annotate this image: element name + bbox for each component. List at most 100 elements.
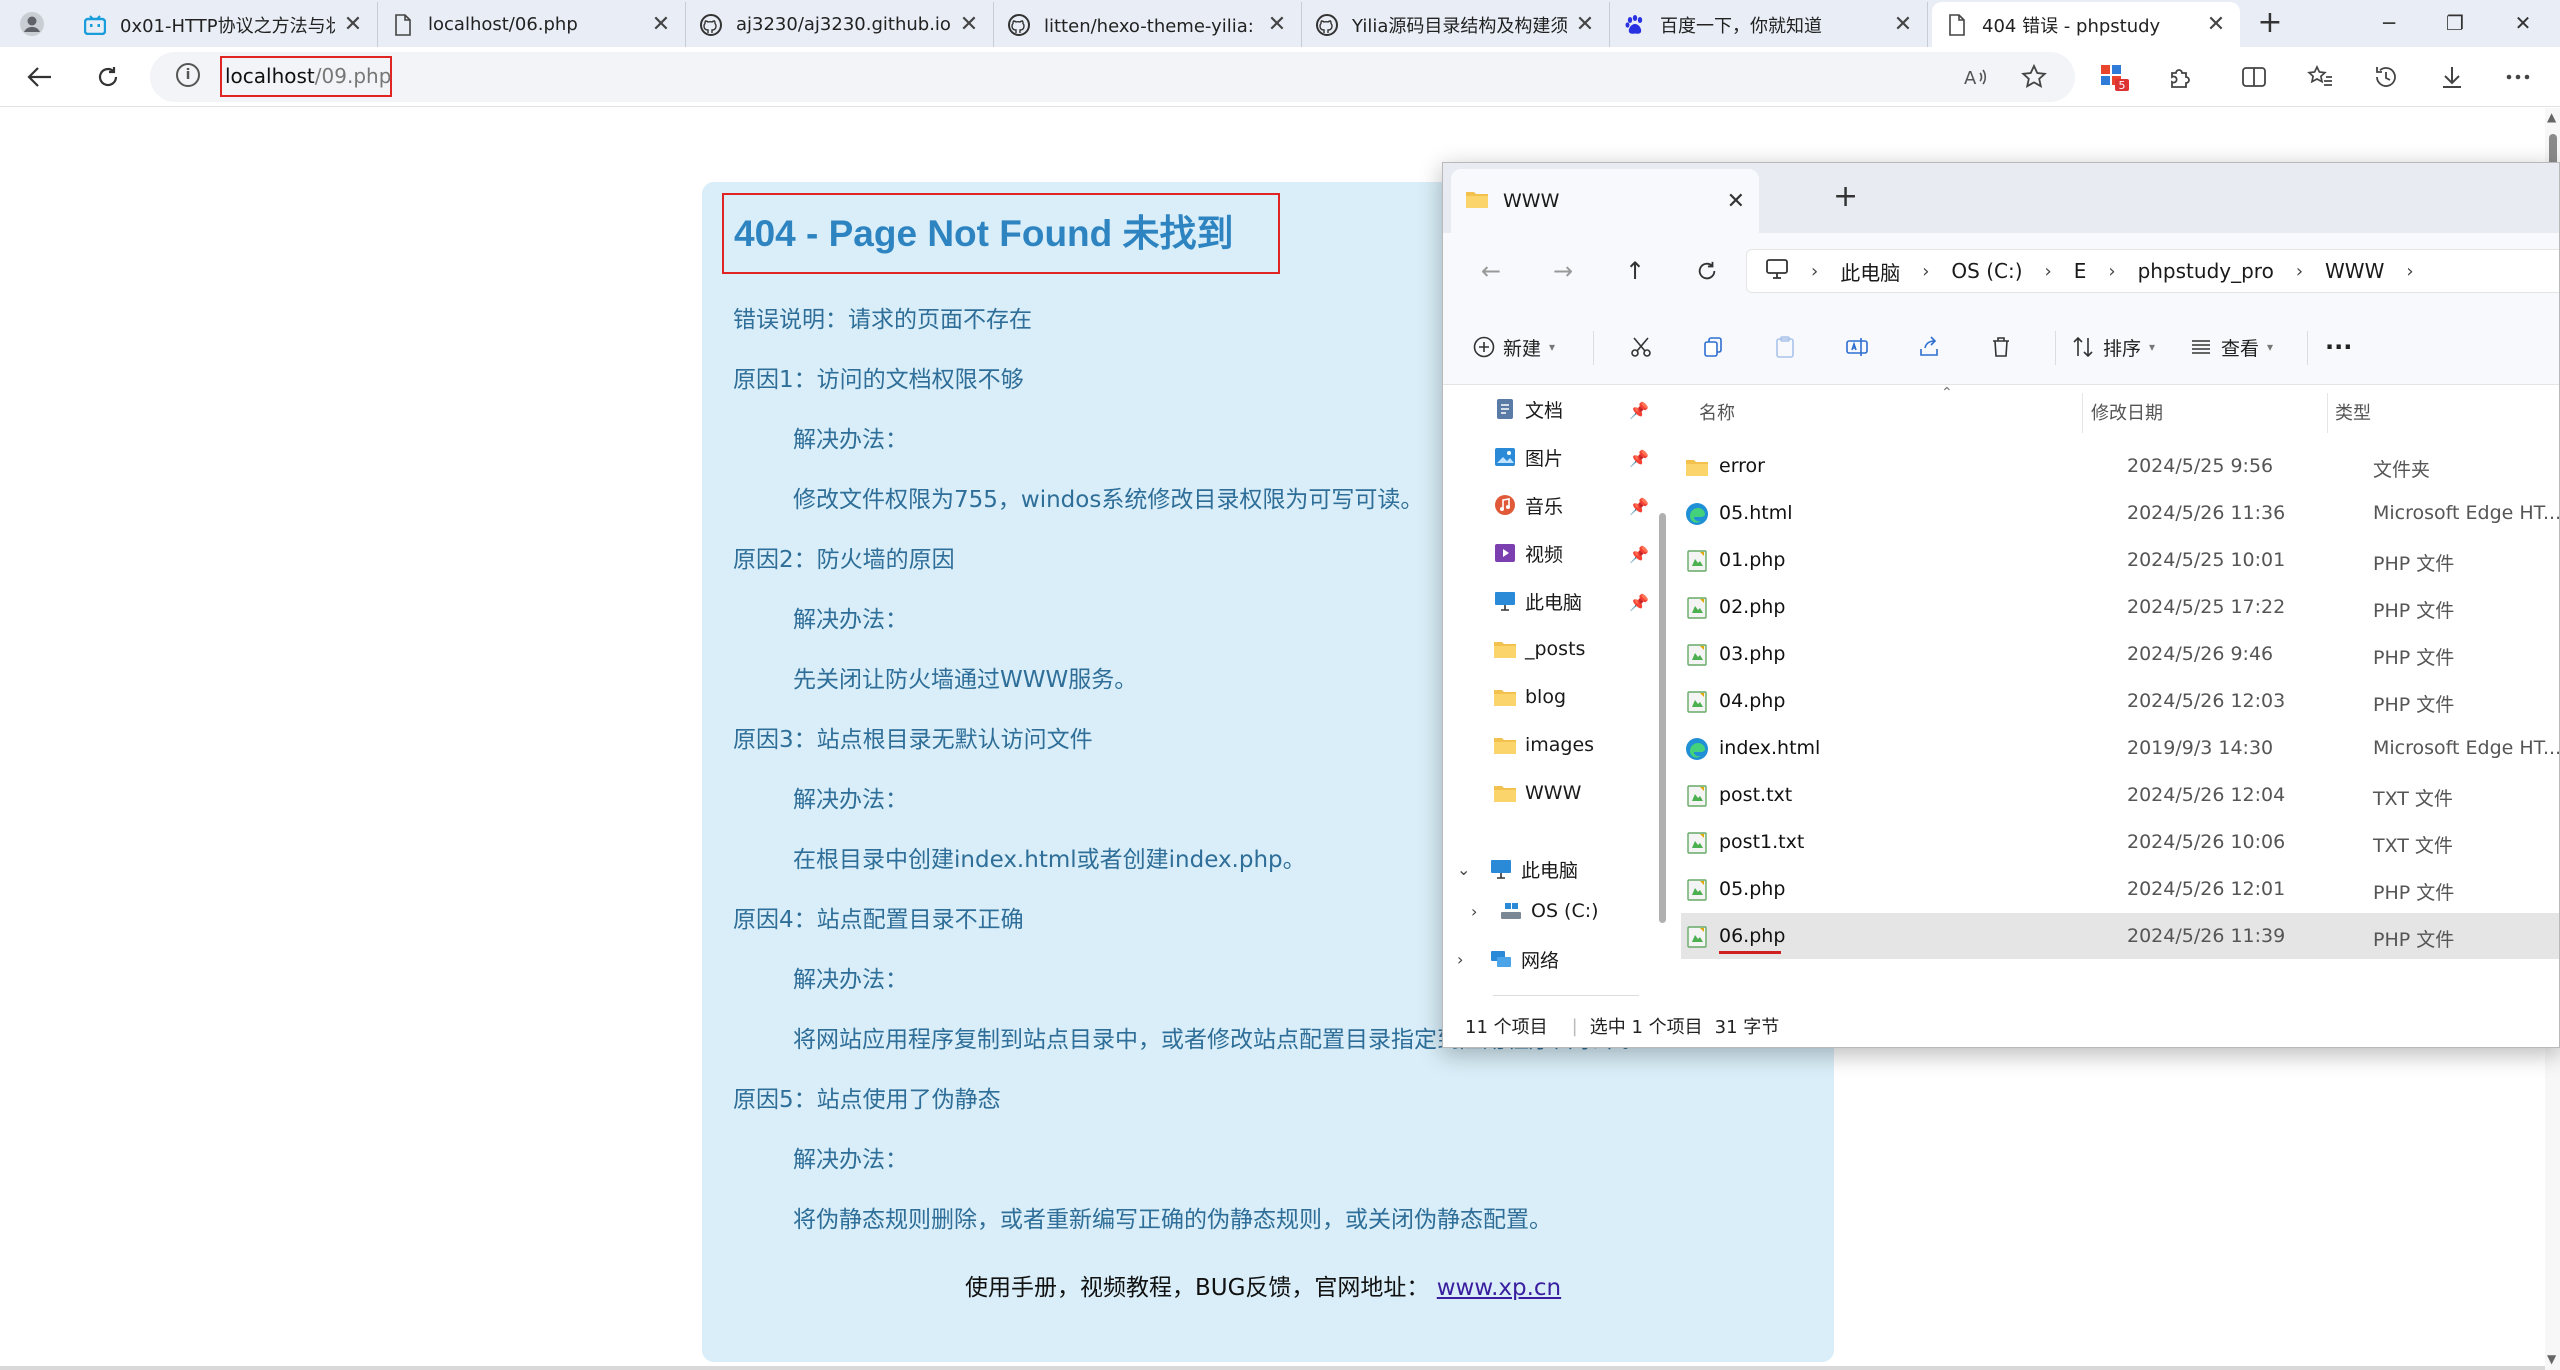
up-arrow-icon[interactable]: ↑ bbox=[1617, 253, 1653, 289]
file-row[interactable]: 03.php 2024/5/26 9:46 PHP 文件 bbox=[1681, 631, 2559, 677]
url-text[interactable]: localhost/09.php bbox=[220, 56, 392, 97]
file-name: 05.html bbox=[1719, 502, 1793, 524]
new-button[interactable]: 新建 ▾ bbox=[1473, 329, 1555, 365]
nav-this-pc-pinned[interactable]: 此电脑 bbox=[1493, 581, 1582, 621]
pin-icon[interactable]: 📌 bbox=[1629, 449, 1649, 468]
explorer-new-tab-button[interactable]: + bbox=[1833, 179, 1858, 214]
tab-close-icon[interactable]: ✕ bbox=[2206, 12, 2226, 37]
profile-icon[interactable] bbox=[14, 6, 50, 42]
column-header-date[interactable]: 修改日期 bbox=[2091, 399, 2163, 425]
tab-close-icon[interactable]: ✕ bbox=[343, 12, 363, 37]
read-aloud-icon[interactable]: A bbox=[1958, 59, 1994, 95]
baidu-icon bbox=[1624, 14, 1646, 36]
column-header-type[interactable]: 类型 bbox=[2335, 399, 2371, 425]
nav-folder-blog[interactable]: blog bbox=[1493, 677, 1566, 717]
tab-close-icon[interactable]: ✕ bbox=[959, 12, 979, 37]
nav-tree-network[interactable]: › 网络 bbox=[1457, 939, 1559, 979]
breadcrumb-item[interactable]: E bbox=[2074, 259, 2087, 283]
nav-videos[interactable]: 视频 bbox=[1493, 533, 1563, 573]
tab-title: Yilia源码目录结构及构建须 bbox=[1352, 15, 1567, 37]
copy-button[interactable] bbox=[1701, 329, 1725, 365]
back-button[interactable] bbox=[22, 59, 58, 95]
nav-music[interactable]: 音乐 bbox=[1493, 485, 1563, 525]
pin-icon[interactable]: 📌 bbox=[1629, 401, 1649, 420]
tab-baidu[interactable]: 百度一下，你就知道 ✕ bbox=[1610, 2, 1928, 47]
file-row-selected[interactable]: 06.php 2024/5/26 11:39 PHP 文件 bbox=[1681, 913, 2559, 959]
tab-github-aj3230[interactable]: aj3230/aj3230.github.io: M ✕ bbox=[686, 2, 994, 47]
tab-close-icon[interactable]: ✕ bbox=[1267, 12, 1287, 37]
breadcrumb-item[interactable]: OS (C:) bbox=[1951, 259, 2022, 283]
nav-folder-posts[interactable]: _posts bbox=[1493, 629, 1585, 669]
share-button[interactable] bbox=[1917, 329, 1941, 365]
pin-icon[interactable]: 📌 bbox=[1629, 593, 1649, 612]
file-row[interactable]: error 2024/5/25 9:56 文件夹 bbox=[1681, 443, 2559, 489]
favorite-star-icon[interactable] bbox=[2016, 59, 2052, 95]
file-row[interactable]: 01.php 2024/5/25 10:01 PHP 文件 bbox=[1681, 537, 2559, 583]
file-type: PHP 文件 bbox=[2373, 882, 2455, 904]
close-window-button[interactable]: ✕ bbox=[2486, 0, 2560, 47]
history-icon[interactable] bbox=[2368, 59, 2404, 95]
restore-button[interactable]: ❐ bbox=[2418, 0, 2492, 47]
tab-bilibili[interactable]: 0x01-HTTP协议之方法与状 ✕ bbox=[70, 2, 378, 47]
settings-more-icon[interactable] bbox=[2500, 59, 2536, 95]
cut-button[interactable] bbox=[1629, 329, 1653, 365]
column-header-name[interactable]: 名称 bbox=[1699, 399, 1735, 425]
view-button[interactable]: 查看 ▾ bbox=[2189, 329, 2273, 365]
tab-404-phpstudy[interactable]: 404 错误 - phpstudy ✕ bbox=[1932, 2, 2240, 47]
pin-icon[interactable]: 📌 bbox=[1629, 545, 1649, 564]
file-row[interactable]: 05.html 2024/5/26 11:36 Microsoft Edge H… bbox=[1681, 490, 2559, 536]
split-screen-icon[interactable] bbox=[2236, 59, 2272, 95]
back-arrow-icon[interactable]: ← bbox=[1473, 253, 1509, 289]
file-row[interactable]: 02.php 2024/5/25 17:22 PHP 文件 bbox=[1681, 584, 2559, 630]
file-row[interactable]: post1.txt 2024/5/26 10:06 TXT 文件 bbox=[1681, 819, 2559, 865]
file-row[interactable]: index.html 2019/9/3 14:30 Microsoft Edge… bbox=[1681, 725, 2559, 771]
column-divider[interactable] bbox=[2082, 393, 2083, 433]
explorer-tab-www[interactable]: WWW ✕ bbox=[1451, 169, 1759, 233]
tab-close-icon[interactable]: ✕ bbox=[1575, 12, 1595, 37]
tab-github-yilia[interactable]: Yilia源码目录结构及构建须 ✕ bbox=[1302, 2, 1610, 47]
pin-icon[interactable]: 📌 bbox=[1629, 497, 1649, 516]
rename-button[interactable] bbox=[1845, 329, 1869, 365]
file-row[interactable]: 04.php 2024/5/26 12:03 PHP 文件 bbox=[1681, 678, 2559, 724]
nav-tree-os-c[interactable]: › OS (C:) bbox=[1471, 891, 1599, 931]
tab-localhost-06[interactable]: localhost/06.php ✕ bbox=[378, 2, 686, 47]
new-tab-button[interactable]: + bbox=[2252, 6, 2288, 42]
scroll-down-icon[interactable]: ▼ bbox=[2547, 1352, 2556, 1366]
paste-button[interactable] bbox=[1773, 329, 1797, 365]
footer-link[interactable]: www.xp.cn bbox=[1437, 1275, 1561, 1301]
reload-button[interactable] bbox=[90, 59, 126, 95]
nav-folder-www[interactable]: WWW bbox=[1493, 773, 1581, 813]
forward-arrow-icon[interactable]: → bbox=[1545, 253, 1581, 289]
file-row[interactable]: post.txt 2024/5/26 12:04 TXT 文件 bbox=[1681, 772, 2559, 818]
nav-tree-this-pc[interactable]: ⌄ 此电脑 bbox=[1457, 849, 1578, 889]
column-divider[interactable] bbox=[2327, 393, 2328, 433]
explorer-tab-close-icon[interactable]: ✕ bbox=[1727, 189, 1745, 214]
breadcrumb-item[interactable]: WWW bbox=[2325, 259, 2384, 283]
tab-github-litten[interactable]: litten/hexo-theme-yilia: 一 ✕ bbox=[994, 2, 1302, 47]
minimize-button[interactable]: ─ bbox=[2352, 0, 2426, 47]
site-info-icon[interactable]: i bbox=[176, 63, 200, 87]
sort-button[interactable]: 排序 ▾ bbox=[2071, 329, 2155, 365]
nav-pictures[interactable]: 图片 bbox=[1493, 437, 1563, 477]
file-name: error bbox=[1719, 455, 1765, 477]
breadcrumb-item[interactable]: 此电脑 bbox=[1840, 257, 1900, 286]
tab-close-icon[interactable]: ✕ bbox=[651, 12, 671, 37]
tab-close-icon[interactable]: ✕ bbox=[1893, 12, 1913, 37]
nav-folder-images[interactable]: images bbox=[1493, 725, 1594, 765]
more-options-button[interactable]: ··· bbox=[2325, 329, 2352, 365]
extensions-badge-icon[interactable]: 5 bbox=[2096, 59, 2132, 95]
delete-button[interactable] bbox=[1989, 329, 2013, 365]
breadcrumb-item[interactable]: phpstudy_pro bbox=[2138, 259, 2274, 283]
address-bar[interactable] bbox=[150, 52, 2075, 102]
breadcrumb[interactable]: › 此电脑 › OS (C:) › E › phpstudy_pro › WWW… bbox=[1746, 249, 2559, 293]
file-name: index.html bbox=[1719, 737, 1821, 759]
scroll-up-icon[interactable]: ▲ bbox=[2547, 110, 2556, 124]
extensions-puzzle-icon[interactable] bbox=[2162, 59, 2198, 95]
refresh-icon[interactable] bbox=[1689, 253, 1725, 289]
navigation-pane: 文档 📌 图片 📌 音乐 📌 视频 📌 此电脑 📌 _posts blog im… bbox=[1443, 385, 1666, 1003]
nav-documents[interactable]: 文档 bbox=[1493, 389, 1563, 429]
nav-scrollbar[interactable] bbox=[1659, 513, 1666, 923]
favorites-list-icon[interactable] bbox=[2302, 59, 2338, 95]
downloads-icon[interactable] bbox=[2434, 59, 2470, 95]
file-row[interactable]: 05.php 2024/5/26 12:01 PHP 文件 bbox=[1681, 866, 2559, 912]
